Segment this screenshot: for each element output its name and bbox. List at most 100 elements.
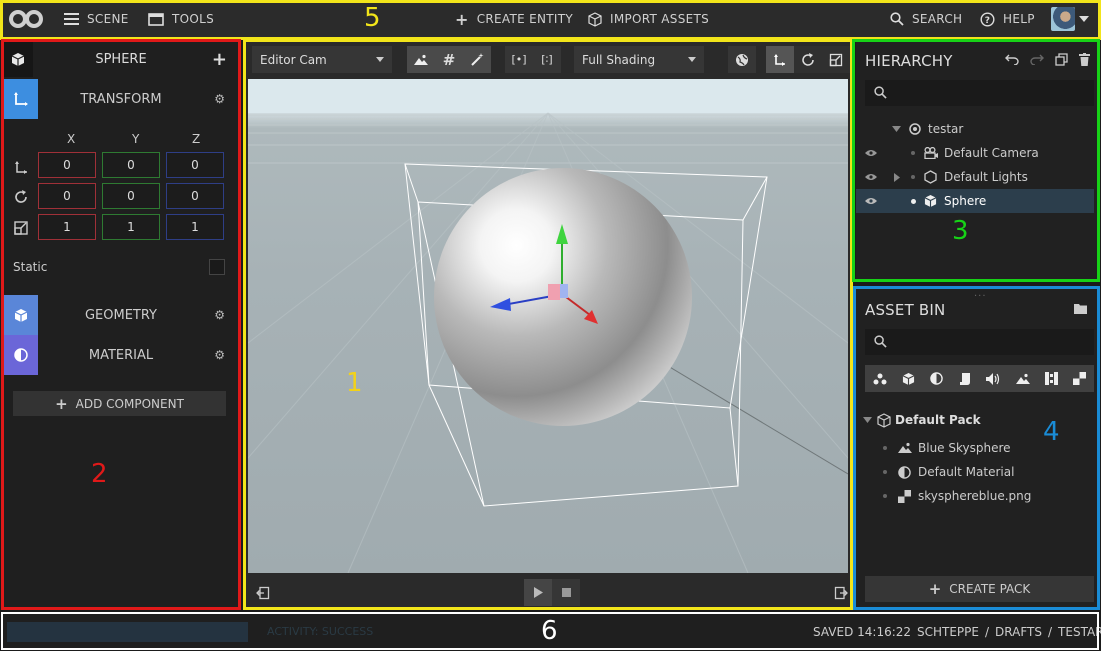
sound-filter-icon[interactable]	[986, 373, 1000, 385]
translate-x-input[interactable]: 0	[38, 152, 96, 178]
cube-outline-icon	[588, 12, 602, 27]
entity-filter-icon[interactable]	[873, 373, 887, 385]
asset-bin-title: ASSET BIN	[865, 301, 945, 319]
scene-menu-label: SCENE	[87, 12, 129, 26]
gear-icon[interactable]: ⚙	[214, 348, 225, 362]
search-icon	[890, 12, 904, 26]
static-checkbox[interactable]	[209, 259, 225, 275]
caret-down-icon[interactable]	[863, 417, 872, 423]
rotate-x-input[interactable]: 0	[38, 183, 96, 209]
goo-logo-icon[interactable]	[8, 0, 44, 38]
effects-wand-icon[interactable]	[463, 46, 491, 73]
static-label: Static	[13, 260, 47, 274]
search-label: SEARCH	[912, 12, 962, 26]
asset-item[interactable]: Default Material	[856, 460, 1094, 484]
user-menu-button[interactable]	[1051, 0, 1089, 38]
rotate-y-input[interactable]: 0	[102, 183, 160, 209]
redo-icon[interactable]	[1030, 53, 1044, 65]
focus-all-icon[interactable]: [∶]	[533, 46, 561, 73]
entity-name: SPHERE	[3, 52, 239, 67]
create-pack-label: CREATE PACK	[949, 582, 1030, 596]
axis-y-label: Y	[132, 132, 139, 146]
tree-item-label: Default Camera	[944, 146, 1039, 160]
translate-icon	[13, 159, 29, 175]
focus-selection-icon[interactable]: [•]	[505, 46, 533, 73]
scale-y-input[interactable]: 1	[102, 214, 160, 240]
material-label: MATERIAL	[3, 348, 239, 363]
tree-item-lights[interactable]: Default Lights	[856, 165, 1094, 189]
axis-z-label: Z	[192, 132, 200, 146]
play-icon[interactable]	[524, 579, 552, 606]
texture-filter-icon[interactable]	[1073, 372, 1086, 385]
3d-scene-canvas[interactable]	[248, 79, 848, 573]
tools-menu-button[interactable]: TOOLS	[148, 0, 214, 38]
pack-cube-icon	[877, 413, 891, 428]
gear-icon[interactable]: ⚙	[214, 92, 225, 106]
cube-icon	[924, 194, 937, 208]
scale-gizmo-icon[interactable]	[822, 46, 850, 73]
window-icon	[148, 13, 164, 26]
rotate-z-input[interactable]: 0	[166, 183, 224, 209]
breadcrumb-project[interactable]: TESTAR	[1058, 625, 1101, 639]
add-icon[interactable]: +	[212, 49, 227, 70]
global-local-toggle[interactable]	[728, 46, 756, 73]
tree-item-camera[interactable]: Default Camera	[856, 141, 1094, 165]
duplicate-icon[interactable]	[1055, 53, 1068, 66]
rotate-gizmo-icon[interactable]	[794, 46, 822, 73]
grid-icon[interactable]: #	[435, 46, 463, 73]
translate-gizmo-icon[interactable]	[766, 46, 794, 73]
help-label: HELP	[1003, 12, 1035, 26]
material-filter-icon[interactable]	[930, 372, 943, 385]
eye-icon[interactable]	[865, 173, 877, 181]
add-component-button[interactable]: + ADD COMPONENT	[13, 391, 226, 416]
exit-left-icon[interactable]	[256, 586, 270, 600]
plus-icon: +	[55, 395, 68, 413]
resize-handle-icon[interactable]: ···	[974, 291, 987, 302]
geometry-header[interactable]: GEOMETRY ⚙	[3, 295, 239, 335]
trash-icon[interactable]	[1079, 53, 1090, 66]
transform-header[interactable]: TRANSFORM ⚙	[3, 79, 239, 119]
search-button[interactable]: SEARCH	[890, 0, 962, 38]
shading-select[interactable]: Full Shading	[574, 46, 704, 73]
caret-down-icon	[688, 57, 696, 62]
asset-item-label: skyspherebluе.png	[918, 489, 1031, 503]
eye-icon[interactable]	[865, 149, 877, 157]
help-button[interactable]: ? HELP	[980, 0, 1035, 38]
breadcrumb-user[interactable]: SCHTEPPE	[917, 625, 979, 639]
asset-item[interactable]: skyspherebluе.png	[856, 484, 1094, 508]
translate-z-input[interactable]: 0	[166, 152, 224, 178]
translate-y-input[interactable]: 0	[102, 152, 160, 178]
scale-x-input[interactable]: 1	[38, 214, 96, 240]
breadcrumb-folder[interactable]: DRAFTS	[995, 625, 1042, 639]
tree-item-label: testar	[928, 122, 963, 136]
camera-icon	[924, 147, 939, 159]
stop-icon[interactable]	[552, 579, 580, 606]
create-pack-button[interactable]: + CREATE PACK	[865, 576, 1094, 602]
import-assets-button[interactable]: IMPORT ASSETS	[588, 0, 709, 38]
scene-menu-button[interactable]: SCENE	[64, 0, 129, 38]
folder-icon[interactable]	[1074, 303, 1087, 314]
caret-right-icon[interactable]	[894, 173, 900, 182]
material-header[interactable]: MATERIAL ⚙	[3, 335, 239, 375]
annotation-4-label: 4	[1043, 417, 1060, 447]
animation-filter-icon[interactable]	[1045, 372, 1058, 385]
skybox-icon[interactable]	[407, 46, 435, 73]
tree-item-sphere-selected[interactable]: Sphere	[856, 189, 1094, 213]
tree-item-root[interactable]: testar	[856, 117, 1094, 141]
inspector-header: SPHERE +	[3, 41, 239, 77]
hierarchy-search-input[interactable]	[865, 80, 1094, 106]
annotation-1-label: 1	[346, 368, 363, 398]
asset-search-input[interactable]	[865, 329, 1094, 355]
script-filter-icon[interactable]	[959, 372, 971, 386]
skybox-filter-icon[interactable]	[1016, 373, 1030, 385]
exit-right-icon[interactable]	[834, 586, 848, 600]
camera-select[interactable]: Editor Cam	[252, 46, 392, 73]
mesh-filter-icon[interactable]	[902, 372, 915, 386]
gear-icon[interactable]: ⚙	[214, 308, 225, 322]
eye-icon[interactable]	[865, 197, 877, 205]
material-icon	[898, 466, 911, 479]
undo-icon[interactable]	[1005, 53, 1019, 65]
create-entity-button[interactable]: + CREATE ENTITY	[455, 0, 573, 38]
caret-down-icon[interactable]	[892, 126, 901, 132]
scale-z-input[interactable]: 1	[166, 214, 224, 240]
